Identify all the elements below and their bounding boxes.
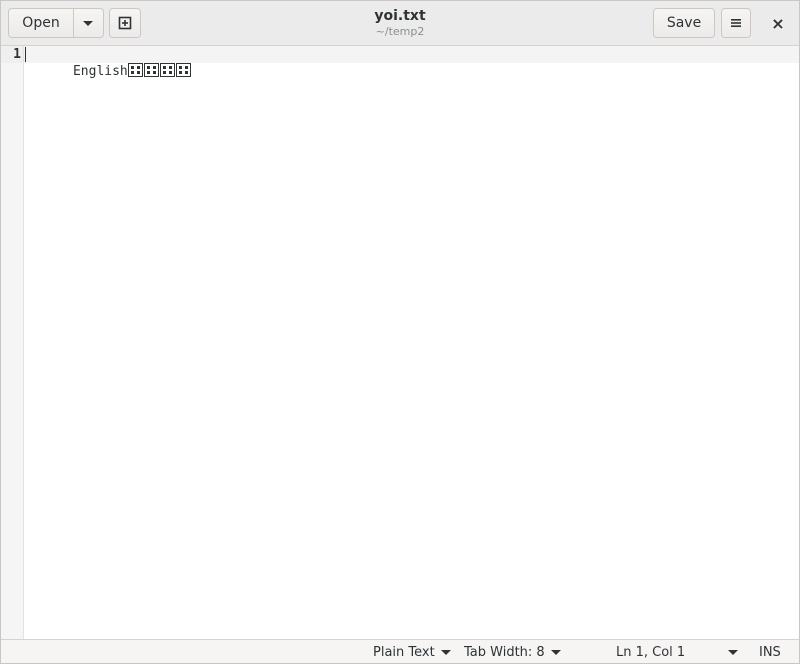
chevron-down-icon	[728, 649, 738, 655]
save-button[interactable]: Save	[653, 8, 715, 38]
window-title: yoi.txt	[374, 8, 426, 24]
open-menu-button[interactable]	[73, 9, 103, 37]
hamburger-menu-icon	[731, 19, 741, 27]
title-block: yoi.txt ~/temp2	[251, 7, 549, 39]
close-icon: ×	[771, 13, 785, 33]
cursor-position-menu[interactable]	[722, 640, 738, 663]
open-button[interactable]: Open	[9, 9, 74, 37]
close-button[interactable]: ×	[763, 8, 793, 38]
language-label: Plain Text	[373, 644, 435, 660]
insert-mode-indicator[interactable]: INS	[759, 640, 781, 663]
cursor-position-label: Ln 1, Col 1	[616, 644, 686, 660]
language-selector[interactable]: Plain Text	[373, 640, 451, 663]
status-bar: Plain Text Tab Width: 8 Ln 1, Col 1 INS	[1, 639, 799, 663]
new-document-button[interactable]	[109, 8, 141, 38]
tab-width-label: Tab Width: 8	[464, 644, 545, 660]
main-menu-button[interactable]	[721, 8, 751, 38]
open-button-group: Open	[8, 8, 104, 38]
text-caret	[25, 47, 26, 62]
text-line[interactable]: English	[26, 46, 192, 97]
text-area[interactable]: English	[24, 46, 799, 639]
new-document-icon	[118, 16, 132, 30]
tab-width-selector[interactable]: Tab Width: 8	[464, 640, 561, 663]
text-editor-window: Open yoi.txt ~/temp2 Save × 1 English Pl…	[0, 0, 800, 664]
chevron-down-icon	[550, 649, 561, 655]
chevron-down-icon	[440, 649, 451, 655]
missing-glyph-boxes	[127, 63, 191, 77]
line-number-gutter: 1	[1, 46, 24, 639]
insert-mode-label: INS	[759, 644, 781, 660]
header-bar: Open yoi.txt ~/temp2 Save ×	[1, 1, 799, 46]
window-subtitle: ~/temp2	[375, 25, 425, 38]
cursor-position[interactable]: Ln 1, Col 1	[616, 640, 686, 663]
text-line-content: English	[72, 64, 128, 79]
line-number: 1	[13, 47, 21, 62]
chevron-down-icon	[83, 20, 93, 26]
